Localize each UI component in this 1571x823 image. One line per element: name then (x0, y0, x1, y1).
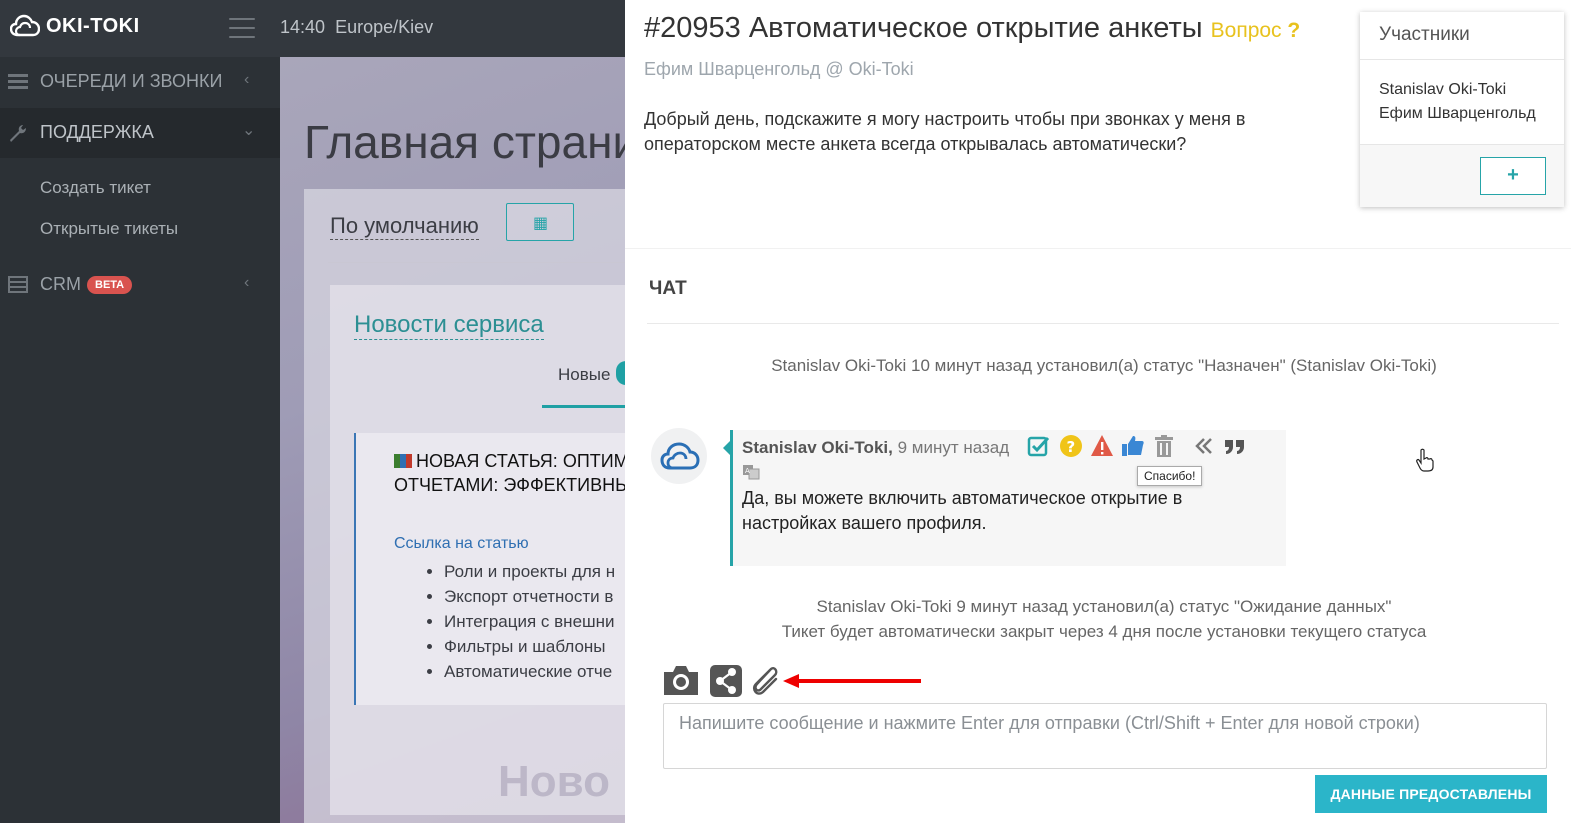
chevron-down-icon: ⌄ (242, 122, 256, 139)
participant-name: Stanislav Oki-Toki (1379, 81, 1507, 98)
ticket-title: #20953 Автоматическое открытие анкеты Во… (644, 12, 1300, 45)
sidebar-subitem-open-tickets[interactable]: Открытые тикеты (40, 219, 178, 239)
participant-name: Ефим Шварценгольд (1379, 105, 1536, 122)
participants-title: Участники (1379, 24, 1470, 45)
message-author: Stanislav Oki-Toki, 9 минут назад (742, 438, 1009, 458)
article-heading: НОВАЯ СТАТЬЯ: ОПТИМ ОТЧЕТАМИ: ЭФФЕКТИВНЫ (394, 449, 631, 497)
news-article: НОВАЯ СТАТЬЯ: ОПТИМ ОТЧЕТАМИ: ЭФФЕКТИВНЫ… (354, 433, 664, 705)
ticket-subject: Автоматическое открытие анкеты (748, 12, 1203, 44)
divider (328, 262, 648, 263)
list-item: Экспорт отчетности в (444, 584, 615, 609)
data-provided-button[interactable]: ДАННЫЕ ПРЕДОСТАВЛЕНЫ (1315, 775, 1547, 813)
page-title: Главная страни (304, 116, 639, 168)
clock-time: 14:40 (280, 17, 326, 37)
sidebar: ОЧЕРЕДИ И ЗВОНКИ ‹ ПОДДЕРЖКА ⌄ Создать т… (0, 57, 280, 823)
article-link[interactable]: Ссылка на статью (394, 535, 529, 553)
divider (625, 248, 1571, 249)
books-icon (394, 454, 412, 468)
chevron-left-icon: ‹ (244, 71, 250, 88)
list-item: Роли и проекты для н (444, 559, 615, 584)
sidebar-subitem-create-ticket[interactable]: Создать тикет (40, 178, 151, 198)
sidebar-item-label: CRM BETA (40, 274, 133, 295)
article-bullets: Роли и проекты для н Экспорт отчетности … (444, 559, 615, 684)
ticket-type-label: Вопрос (1210, 19, 1282, 42)
sidebar-item-label: ОЧЕРЕДИ И ЗВОНКИ (40, 71, 223, 91)
ticket-number: #20953 (644, 12, 741, 44)
ticket-type-badge[interactable]: Вопрос ? (1211, 19, 1301, 42)
list-icon (8, 74, 28, 89)
system-message-status: Stanislav Oki-Toki 9 минут назад установ… (625, 594, 1571, 644)
thumbs-up-icon[interactable] (1121, 434, 1145, 458)
clock: 14:40 Europe/Kiev (280, 17, 433, 38)
participants-header: Участники (1360, 12, 1564, 60)
svg-text:A: A (745, 467, 750, 475)
add-participant-button[interactable]: + (1480, 157, 1546, 195)
system-message-line: Stanislav Oki-Toki 9 минут назад установ… (816, 597, 1392, 616)
translate-icon[interactable]: A (742, 464, 760, 480)
ticket-author: Ефим Шварценгольд @ Oki-Toki (644, 59, 914, 79)
participants-footer: + (1360, 144, 1564, 207)
divider (647, 323, 1559, 324)
list-item: Интеграция с внешни (444, 609, 615, 634)
hamburger-menu-icon[interactable] (229, 18, 255, 38)
ticket-body: Добрый день, подскажите я могу настроить… (644, 109, 1246, 154)
crm-label: CRM (40, 274, 81, 294)
system-message-line: Тикет будет автоматически закрыт через 4… (781, 622, 1427, 641)
red-arrow-annotation (783, 674, 921, 688)
article-heading-line1: НОВАЯ СТАТЬЯ: ОПТИМ (416, 451, 629, 471)
hand-cursor-icon (1416, 448, 1434, 472)
double-chevron-left-icon[interactable] (1192, 434, 1216, 458)
chat-header: ЧАТ (649, 278, 687, 299)
sidebar-item-support[interactable]: ПОДДЕРЖКА ⌄ (0, 108, 280, 158)
question-circle-icon[interactable]: ? (1059, 434, 1083, 458)
sidebar-item-crm[interactable]: CRM BETA ‹ (0, 260, 280, 310)
news-widget: Новости сервиса Новые НОВАЯ СТАТЬЯ: ОПТИ… (330, 285, 664, 815)
chat-message: Stanislav Oki-Toki, 9 минут назад A Да, … (730, 430, 1434, 566)
list-item: Автоматические отче (444, 659, 615, 684)
message-time: 9 минут назад (897, 438, 1010, 457)
calendar-icon: ▦ (533, 215, 549, 232)
message-text: Да, вы можете включить автоматическое от… (742, 488, 1183, 533)
news-watermark: Ново (498, 757, 610, 806)
logo-text: OKI-TOKI (46, 14, 140, 37)
period-selector[interactable]: По умолчанию (330, 213, 479, 240)
message-author-name: Stanislav Oki-Toki, (742, 438, 893, 457)
share-icon[interactable] (709, 662, 743, 698)
svg-text:?: ? (1067, 438, 1076, 456)
sidebar-item-queues[interactable]: ОЧЕРЕДИ И ЗВОНКИ ‹ (0, 57, 280, 107)
cloud-avatar-icon (660, 442, 700, 470)
chevron-left-icon: ‹ (244, 274, 250, 291)
camera-icon[interactable] (662, 662, 700, 698)
wrench-icon (10, 125, 26, 142)
thanks-tooltip: Спасибо! (1137, 466, 1203, 486)
message-input[interactable] (663, 703, 1547, 769)
check-square-icon[interactable] (1027, 434, 1051, 458)
question-icon: ? (1287, 19, 1301, 42)
dashboard-panel: По умолчанию ▦ Новости сервиса Новые НОВ… (304, 189, 664, 823)
sidebar-item-label: ПОДДЕРЖКА (40, 122, 154, 142)
list-item: Фильтры и шаблоны (444, 634, 615, 659)
beta-badge: BETA (87, 276, 133, 294)
app-logo[interactable]: OKI-TOKI (10, 14, 140, 38)
calendar-button[interactable]: ▦ (506, 203, 574, 241)
trash-icon[interactable] (1152, 434, 1176, 458)
warning-icon[interactable] (1090, 434, 1114, 458)
cloud-logo-icon (10, 14, 40, 37)
background-page: Главная страни По умолчанию ▦ Новости се… (280, 57, 664, 823)
participants-card: Участники Stanislav Oki-Toki Ефим Шварце… (1360, 12, 1564, 207)
tab-new[interactable]: Новые (558, 365, 610, 385)
avatar (651, 428, 707, 484)
quote-icon[interactable] (1223, 434, 1247, 458)
table-icon (8, 276, 28, 293)
article-heading-line2: ОТЧЕТАМИ: ЭФФЕКТИВНЫ (394, 475, 632, 495)
ticket-panel: #20953 Автоматическое открытие анкеты Во… (625, 0, 1571, 823)
clock-timezone: Europe/Kiev (335, 17, 434, 37)
paperclip-icon[interactable] (748, 662, 782, 698)
system-message: Stanislav Oki-Toki 10 минут назад устано… (771, 356, 1437, 375)
participants-list: Stanislav Oki-Toki Ефим Шварценгольд (1379, 78, 1536, 126)
news-title[interactable]: Новости сервиса (354, 311, 544, 340)
